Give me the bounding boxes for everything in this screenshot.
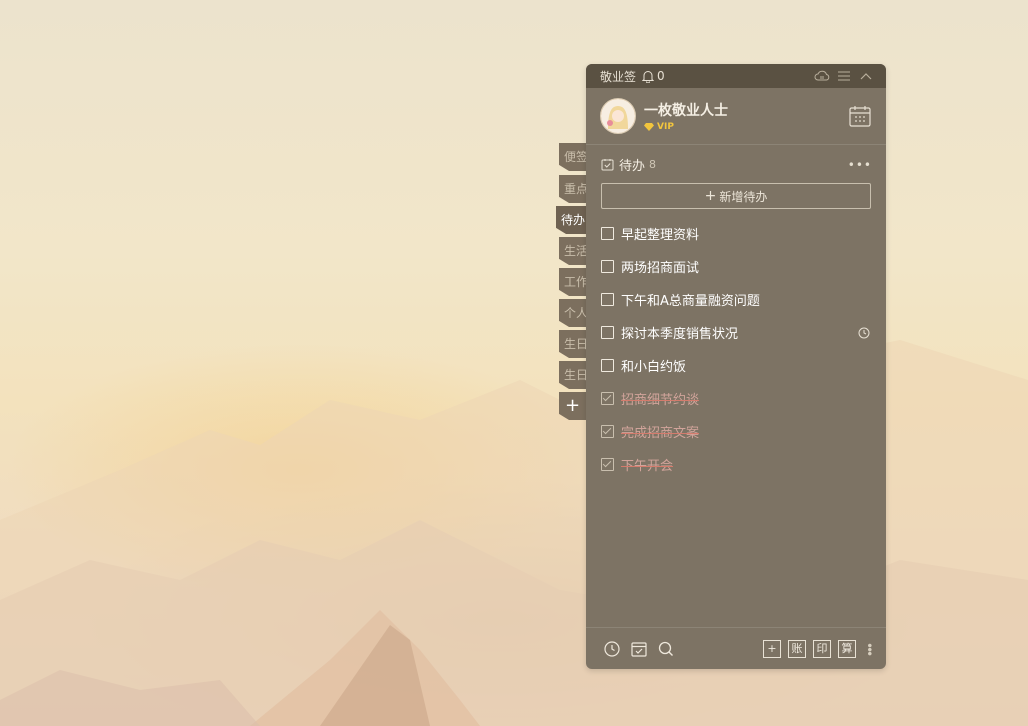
notes-panel: 敬业签 0 一枚敬业人士 VIP 待办 8 ••• + 新增待办 早起整理资料 … bbox=[586, 64, 886, 669]
app-title: 敬业签 bbox=[600, 69, 637, 84]
todo-checkbox-checked[interactable] bbox=[601, 458, 614, 471]
tab-todo[interactable]: 待办 bbox=[556, 206, 586, 234]
section-title: 待办 bbox=[619, 159, 646, 174]
cloud-sync-button[interactable] bbox=[814, 68, 830, 84]
notification-count: 0 bbox=[657, 69, 665, 83]
chevron-up-icon bbox=[860, 73, 872, 80]
todo-checkbox[interactable] bbox=[601, 260, 614, 273]
todo-item[interactable]: 早起整理资料 bbox=[586, 217, 886, 250]
calendar-icon bbox=[849, 106, 871, 127]
search-icon bbox=[658, 641, 673, 656]
clock-icon bbox=[604, 640, 620, 657]
more-vertical-icon[interactable]: ••• bbox=[862, 642, 876, 654]
tab-birthday-2[interactable]: 生日 bbox=[559, 361, 586, 389]
history-button[interactable] bbox=[603, 640, 621, 658]
todo-checkbox-checked[interactable] bbox=[601, 425, 614, 438]
add-todo-label: 新增待办 bbox=[719, 189, 768, 204]
calendar-button[interactable] bbox=[848, 104, 872, 128]
todo-checkbox[interactable] bbox=[601, 293, 614, 306]
diamond-icon bbox=[644, 123, 654, 131]
tab-work[interactable]: 工作 bbox=[559, 268, 586, 296]
todo-checkbox-checked[interactable] bbox=[601, 392, 614, 405]
todo-item[interactable]: 和小白约饭 bbox=[586, 349, 886, 382]
tab-important[interactable]: 重点 bbox=[559, 175, 586, 203]
todo-checkbox[interactable] bbox=[601, 359, 614, 372]
reminder-clock-icon[interactable] bbox=[858, 327, 870, 339]
vip-badge: VIP bbox=[644, 122, 848, 132]
plus-icon: + bbox=[704, 188, 717, 204]
username: 一枚敬业人士 bbox=[644, 103, 728, 119]
bottom-toolbar: + 账 印 算 ••• bbox=[586, 627, 886, 669]
section-count: 8 bbox=[649, 158, 657, 171]
avatar-image bbox=[601, 99, 635, 133]
todo-icon bbox=[601, 159, 614, 171]
calendar-check-icon bbox=[631, 641, 647, 657]
add-note-button[interactable]: + bbox=[763, 639, 781, 658]
collapse-button[interactable] bbox=[858, 68, 874, 84]
add-todo-button[interactable]: + 新增待办 bbox=[601, 183, 871, 209]
todo-text: 早起整理资料 bbox=[621, 228, 700, 243]
todo-text: 两场招商面试 bbox=[621, 261, 700, 276]
tab-birthday[interactable]: 生日 bbox=[559, 330, 586, 358]
todo-text: 探讨本季度销售状况 bbox=[621, 327, 739, 342]
search-button[interactable] bbox=[657, 640, 675, 658]
tab-notes[interactable]: 便签 bbox=[559, 143, 586, 171]
notification-button[interactable]: 0 bbox=[642, 69, 665, 83]
calculator-button[interactable]: 算 bbox=[838, 639, 856, 658]
todo-item[interactable]: 两场招商面试 bbox=[586, 250, 886, 283]
menu-icon bbox=[838, 71, 850, 81]
todo-checkbox[interactable] bbox=[601, 326, 614, 339]
vip-label: VIP bbox=[657, 122, 674, 132]
stamp-button[interactable]: 印 bbox=[813, 639, 831, 658]
avatar[interactable] bbox=[600, 98, 636, 134]
tab-life[interactable]: 生活 bbox=[559, 237, 586, 265]
bell-icon bbox=[642, 70, 655, 83]
todo-text: 招商细节约谈 bbox=[621, 393, 700, 408]
todo-checkbox[interactable] bbox=[601, 227, 614, 240]
title-bar[interactable]: 敬业签 0 bbox=[586, 64, 886, 88]
todo-item-done[interactable]: 招商细节约谈 bbox=[586, 382, 886, 415]
todo-item[interactable]: 探讨本季度销售状况 bbox=[586, 316, 886, 349]
todo-section-header: 待办 8 ••• bbox=[586, 145, 886, 180]
add-tab-button[interactable]: + bbox=[559, 392, 586, 420]
todo-item-done[interactable]: 完成招商文案 bbox=[586, 415, 886, 448]
todo-item[interactable]: 下午和A总商量融资问题 bbox=[586, 283, 886, 316]
more-options-button[interactable]: ••• bbox=[848, 158, 872, 172]
todo-text: 和小白约饭 bbox=[621, 360, 687, 375]
todo-item-done[interactable]: 下午开会 bbox=[586, 448, 886, 481]
todo-list: 早起整理资料 两场招商面试 下午和A总商量融资问题 探讨本季度销售状况 和小白约… bbox=[586, 217, 886, 481]
todo-text: 完成招商文案 bbox=[621, 426, 700, 441]
done-list-button[interactable] bbox=[630, 640, 648, 658]
account-book-button[interactable]: 账 bbox=[788, 639, 806, 658]
todo-text: 下午和A总商量融资问题 bbox=[621, 294, 760, 309]
user-profile: 一枚敬业人士 VIP bbox=[586, 88, 886, 145]
todo-text: 下午开会 bbox=[621, 459, 674, 474]
menu-button[interactable] bbox=[836, 68, 852, 84]
cloud-sync-icon bbox=[814, 70, 830, 81]
tab-personal[interactable]: 个人 bbox=[559, 299, 586, 327]
